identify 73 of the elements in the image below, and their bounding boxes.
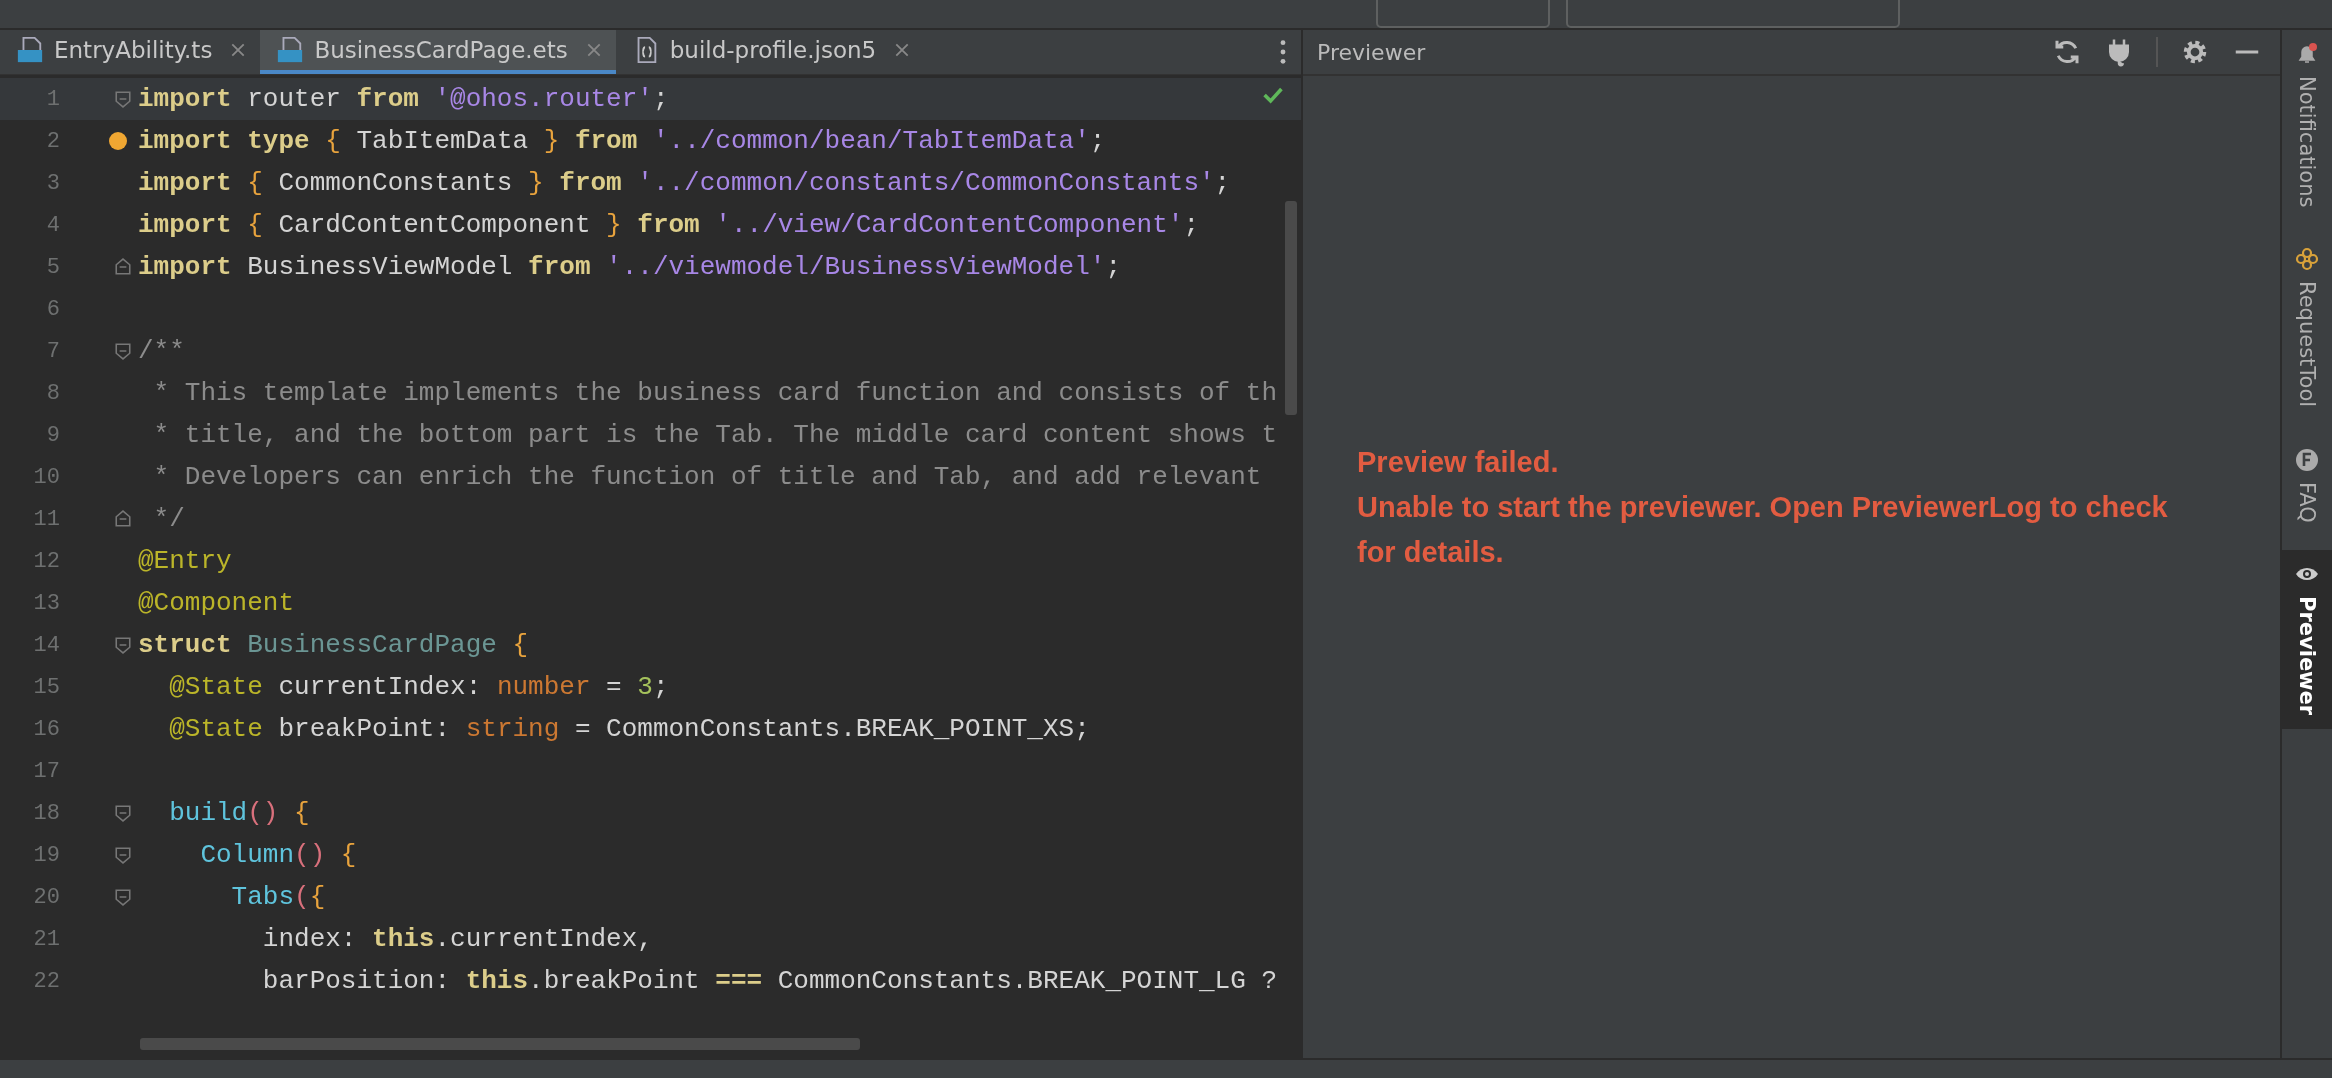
code-line: build() { [168,798,310,828]
line-number: 10 [32,464,60,490]
code-line: * This template implements the business card function and consists of th [152,378,1277,408]
fold-icon[interactable] [114,342,132,360]
code-line: import BusinessViewModel from '../viewmodel/BusinessViewModel'; [138,252,1121,282]
fold-icon[interactable] [114,804,132,822]
line-number: 16 [32,716,60,742]
code-line: @Component [138,588,295,618]
tool-window-tab[interactable]: RequestTool [2282,235,2332,422]
error-message: Unable to start the previewer. Open PreviewerLog to check for details. [1357,489,2169,570]
code-line: * Developers can enrich the function of title and Tab, and add relevant [152,462,1262,492]
line-number: 4 [45,212,60,238]
code-line: import { CommonConstants } from '../common/constants/CommonConstants'; [138,168,1231,198]
line-number: 21 [32,926,60,952]
code-line: import { CardContentComponent } from '../view/CardContentComponent'; [138,210,1199,240]
line-number: 17 [32,758,60,784]
close-icon[interactable] [894,42,911,58]
code-line: index: this.currentIndex, [261,924,653,954]
line-number: 9 [45,422,60,448]
code-line: @State currentIndex: number = 3; [168,672,669,702]
line-number: 12 [32,548,60,574]
line-number: 8 [45,380,60,406]
line-number: 18 [32,800,60,826]
scrollbar[interactable] [140,1038,860,1050]
line-number: 6 [45,296,60,322]
line-number: 11 [32,506,60,532]
toolbar-dropdown[interactable] [1376,0,1550,28]
fold-icon[interactable] [114,258,132,276]
code-line: /** [138,336,185,366]
tool-window-tab[interactable]: Notifications [2282,30,2332,222]
code-line: Tabs({ [230,882,326,912]
line-number: 1 [45,86,60,112]
code-line: @State breakPoint: string = CommonConstants.BREAK_POINT_XS; [168,714,1090,744]
code-line: * title, and the bottom part is the Tab. The middle card content shows t [152,420,1277,450]
code-line: */ [152,504,185,534]
knot-icon [2295,247,2319,272]
fold-icon[interactable] [114,90,132,108]
close-icon[interactable] [230,42,247,58]
line-number: 5 [45,254,60,280]
faq-icon [2295,447,2319,472]
close-icon[interactable] [585,42,602,58]
code-line: @Entry [138,546,232,576]
line-number: 7 [45,338,60,364]
code-line: barPosition: this.breakPoint === CommonConstants.BREAK_POINT_LG ? [261,966,1277,996]
line-number: 3 [45,170,60,196]
line-number: 20 [32,884,60,910]
line-number: 13 [32,590,60,616]
line-number: 14 [32,632,60,658]
code-line: import router from '@ohos.router'; [138,84,669,114]
ets-file-icon [276,36,305,64]
tool-window-tab[interactable]: Previewer [2282,550,2332,730]
line-number: 15 [32,674,60,700]
bulb-icon[interactable] [108,131,128,151]
tool-window-tab[interactable]: FAQ [2282,435,2332,537]
fold-icon[interactable] [114,846,132,864]
editor-tab[interactable]: build-profile.json5 [615,30,925,74]
fold-icon[interactable] [114,510,132,528]
code-line: Column() { [199,840,357,870]
more-icon[interactable] [1279,38,1287,66]
line-number: 2 [45,128,60,154]
code-line: import type { TabItemData } from '../common/bean/TabItemData'; [138,126,1106,156]
editor-tab[interactable]: BusinessCardPage.ets [260,30,616,74]
line-number: 19 [32,842,60,868]
error-message: Preview failed. [1357,444,1560,480]
fold-icon[interactable] [114,888,132,906]
line-number: 22 [32,968,60,994]
ts-file-icon [16,36,44,64]
code-line: struct BusinessCardPage { [138,630,529,660]
toolbar-dropdown[interactable] [1566,0,1900,28]
scrollbar[interactable] [1285,201,1297,415]
fold-icon[interactable] [114,636,132,654]
panel-title: Previewer [1317,39,1426,65]
editor-tab[interactable]: EntryAbility.ts [0,30,261,74]
